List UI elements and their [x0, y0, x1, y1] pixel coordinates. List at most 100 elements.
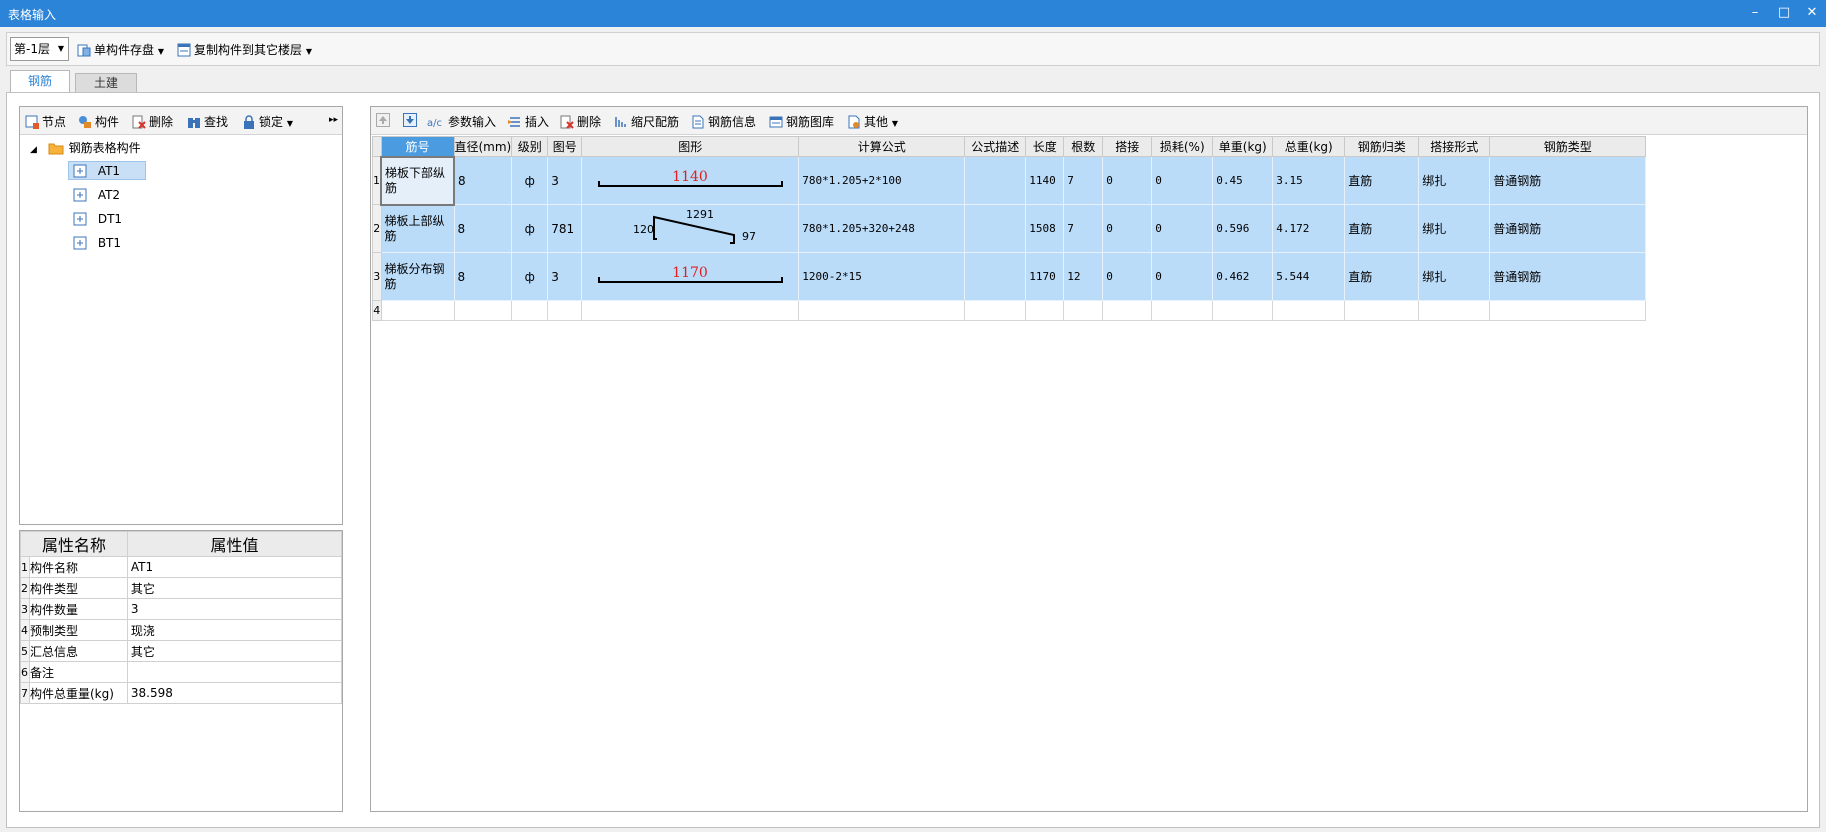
close-button[interactable]: ✕ — [1801, 3, 1823, 23]
count-cell[interactable]: 12 — [1063, 252, 1104, 301]
tree-delete-button[interactable]: 删除 — [132, 113, 173, 130]
col-header[interactable]: 公式描述 — [964, 136, 1027, 157]
col-header[interactable]: 钢筋类型 — [1489, 136, 1647, 157]
property-row[interactable]: 5 汇总信息 其它 — [20, 640, 343, 662]
loss-cell[interactable]: 0 — [1151, 156, 1214, 205]
col-header[interactable]: 计算公式 — [798, 136, 966, 157]
lap-type-cell[interactable]: 绑扎 — [1418, 252, 1491, 301]
tree-item-dt1[interactable]: DT1 — [73, 209, 122, 229]
col-header[interactable]: 直径(mm) — [453, 136, 513, 157]
lap-cell[interactable]: 0 — [1102, 252, 1153, 301]
find-button[interactable]: 查找 — [187, 113, 228, 130]
total-weight-cell[interactable]: 5.544 — [1272, 252, 1346, 301]
shape-no-cell[interactable]: 781 — [547, 204, 583, 253]
other-button[interactable]: 其他 ▼ — [847, 113, 898, 130]
component-button[interactable]: 构件 — [78, 113, 119, 130]
col-header[interactable]: 筋号 — [380, 136, 455, 157]
table-row[interactable]: 1 梯板下部纵筋 8 ф 3 1140 780*1.205+2*100 1140… — [372, 155, 1647, 206]
table-row-empty[interactable]: 4 — [372, 300, 1647, 321]
formula-desc-cell[interactable] — [964, 156, 1027, 205]
rebar-type-cell[interactable]: 普通钢筋 — [1489, 252, 1647, 301]
category-cell[interactable]: 直筋 — [1344, 156, 1420, 205]
property-value[interactable]: 现浇 — [126, 619, 343, 641]
formula-cell[interactable]: 780*1.205+2*100 — [798, 156, 966, 205]
move-up-button[interactable] — [376, 113, 393, 127]
insert-button[interactable]: 插入 — [508, 113, 549, 130]
lap-cell[interactable]: 0 — [1102, 156, 1153, 205]
unit-weight-cell[interactable]: 0.45 — [1212, 156, 1274, 205]
property-row[interactable]: 1 构件名称 AT1 — [20, 556, 343, 578]
minimize-button[interactable]: – — [1744, 3, 1766, 23]
formula-desc-cell[interactable] — [964, 252, 1027, 301]
length-cell[interactable]: 1508 — [1025, 204, 1065, 253]
tree-item-at2[interactable]: AT2 — [73, 185, 120, 205]
formula-cell[interactable]: 780*1.205+320+248 — [798, 204, 966, 253]
shape-no-cell[interactable]: 3 — [547, 252, 583, 301]
property-row[interactable]: 6 备注 — [20, 661, 343, 683]
shape-no-cell[interactable]: 3 — [547, 156, 583, 205]
tree-item-at1[interactable]: AT1 — [73, 161, 120, 181]
rebar-type-cell[interactable]: 普通钢筋 — [1489, 204, 1647, 253]
shape-cell[interactable]: 1140 — [581, 156, 800, 205]
bar-name-cell[interactable]: 梯板分布钢筋 — [380, 252, 455, 301]
total-weight-cell[interactable]: 4.172 — [1272, 204, 1346, 253]
rebar-library-button[interactable]: 钢筋图库 — [769, 113, 834, 130]
grade-cell[interactable]: ф — [511, 156, 549, 205]
diameter-cell[interactable]: 8 — [453, 252, 513, 301]
property-value[interactable]: AT1 — [126, 556, 343, 578]
tab-civil[interactable]: 土建 — [75, 73, 137, 93]
lock-button[interactable]: 锁定 ▼ — [242, 113, 293, 130]
count-cell[interactable]: 7 — [1063, 204, 1104, 253]
category-cell[interactable]: 直筋 — [1344, 204, 1420, 253]
col-header[interactable]: 图形 — [581, 136, 800, 157]
loss-cell[interactable]: 0 — [1151, 204, 1214, 253]
copy-component-button[interactable]: 复制构件到其它楼层 ▼ — [177, 39, 312, 61]
rebar-type-cell[interactable]: 普通钢筋 — [1489, 156, 1647, 205]
unit-weight-cell[interactable]: 0.462 — [1212, 252, 1274, 301]
lap-type-cell[interactable]: 绑扎 — [1418, 156, 1491, 205]
unit-weight-cell[interactable]: 0.596 — [1212, 204, 1274, 253]
col-header[interactable]: 搭接 — [1102, 136, 1153, 157]
col-header[interactable]: 钢筋归类 — [1344, 136, 1420, 157]
col-header[interactable]: 单重(kg) — [1212, 136, 1274, 157]
rebar-info-button[interactable]: 钢筋信息 — [691, 113, 756, 130]
formula-cell[interactable]: 1200-2*15 — [798, 252, 966, 301]
property-value[interactable]: 其它 — [126, 577, 343, 599]
category-cell[interactable]: 直筋 — [1344, 252, 1420, 301]
table-row[interactable]: 2 梯板上部纵筋 8 ф 781 120 1291 97 780*1.205+3… — [372, 204, 1647, 253]
grid-delete-button[interactable]: 删除 — [560, 113, 601, 130]
length-cell[interactable]: 1170 — [1025, 252, 1065, 301]
table-row[interactable]: 3 梯板分布钢筋 8 ф 3 1170 1200-2*15 1170 12 0 … — [372, 252, 1647, 301]
bar-name-cell[interactable]: 梯板上部纵筋 — [380, 204, 455, 253]
property-row[interactable]: 2 构件类型 其它 — [20, 577, 343, 599]
formula-desc-cell[interactable] — [964, 204, 1027, 253]
tree-root[interactable]: ◢ 钢筋表格构件 — [30, 138, 141, 158]
property-value[interactable]: 38.598 — [126, 682, 343, 704]
collapse-icon[interactable]: ◢ — [30, 140, 44, 160]
param-input-button[interactable]: a/c 参数输入 — [427, 113, 496, 130]
count-cell[interactable]: 7 — [1063, 156, 1104, 205]
length-cell[interactable]: 1140 — [1025, 156, 1065, 205]
save-component-button[interactable]: 单构件存盘 ▼ — [77, 39, 164, 61]
tab-rebar[interactable]: 钢筋 — [10, 70, 70, 93]
tree-item-bt1[interactable]: BT1 — [73, 233, 121, 253]
panel-more-icon[interactable]: ▸▸ — [329, 115, 338, 125]
loss-cell[interactable]: 0 — [1151, 252, 1214, 301]
property-value[interactable]: 其它 — [126, 640, 343, 662]
lap-cell[interactable]: 0 — [1102, 204, 1153, 253]
col-header[interactable]: 级别 — [511, 136, 549, 157]
col-header[interactable]: 图号 — [547, 136, 583, 157]
diameter-cell[interactable]: 8 — [453, 204, 513, 253]
maximize-button[interactable]: □ — [1773, 3, 1795, 23]
diameter-cell[interactable]: 8 — [453, 156, 513, 205]
total-weight-cell[interactable]: 3.15 — [1272, 156, 1346, 205]
property-row[interactable]: 7 构件总重量(kg) 38.598 — [20, 682, 343, 704]
property-row[interactable]: 4 预制类型 现浇 — [20, 619, 343, 641]
shape-cell[interactable]: 120 1291 97 — [581, 204, 800, 253]
lap-type-cell[interactable]: 绑扎 — [1418, 204, 1491, 253]
bar-name-cell[interactable]: 梯板下部纵筋 — [380, 155, 455, 206]
col-header[interactable]: 长度 — [1025, 136, 1065, 157]
col-header[interactable]: 搭接形式 — [1418, 136, 1491, 157]
node-button[interactable]: 节点 — [25, 113, 66, 130]
property-value[interactable] — [126, 661, 343, 683]
